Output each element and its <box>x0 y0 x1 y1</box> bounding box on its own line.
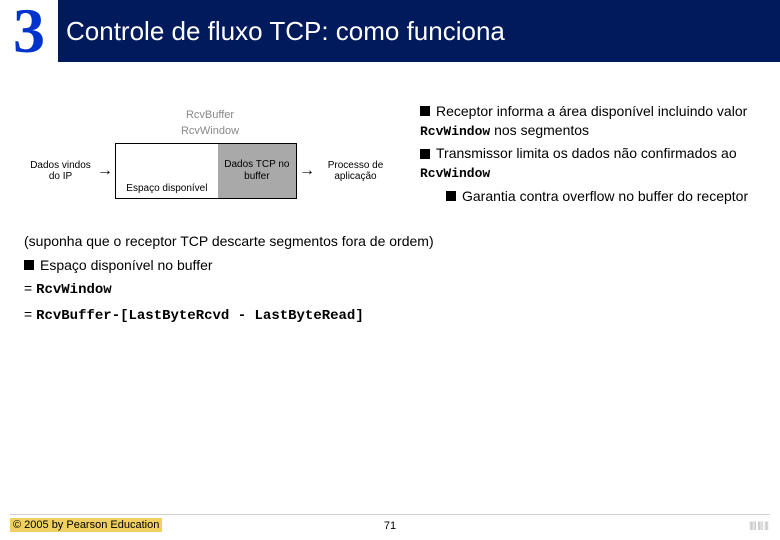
slide-title: Controle de fluxo TCP: como funciona <box>66 16 505 47</box>
bullet-icon <box>24 260 34 270</box>
chapter-number: 3 <box>13 0 45 63</box>
content-area: RcvBuffer RcvWindow Dados vindos do IP →… <box>0 62 780 216</box>
slide-header: 3 Controle de fluxo TCP: como funciona <box>0 0 780 62</box>
app-process-label: Processo de aplicação <box>317 160 390 182</box>
footer-divider <box>10 514 770 515</box>
bullet-receptor: Receptor informa a área disponível inclu… <box>420 102 760 140</box>
arrow-in-icon: → <box>95 162 115 180</box>
rcvwindow-label: RcvWindow <box>30 124 390 139</box>
lower-text: (suponha que o receptor TCP descarte seg… <box>0 216 780 329</box>
arrow-out-icon: → <box>297 162 317 180</box>
buffer-data-region: Dados TCP no buffer <box>218 144 296 198</box>
equation-1: = RcvWindow <box>24 277 756 303</box>
bullet-icon <box>420 149 430 159</box>
bullet-espaco: Espaço disponível no buffer <box>24 254 756 278</box>
barcode-icon: ||||| |||| ||| <box>749 520 768 530</box>
bullet-garantia: Garantia contra overflow no buffer do re… <box>420 187 760 206</box>
equation-2: = RcvBuffer-[LastByteRcvd - LastByteRead… <box>24 303 756 329</box>
ip-data-label: Dados vindos do IP <box>30 160 95 182</box>
assumption-note: (suponha que o receptor TCP descarte seg… <box>24 230 756 254</box>
page-number: 71 <box>384 520 396 532</box>
bullet-transmissor: Transmissor limita os dados não confirma… <box>420 144 760 182</box>
bullet-icon <box>420 106 430 116</box>
bullet-list: Receptor informa a área disponível inclu… <box>420 102 760 206</box>
buffer-box: Espaço disponível Dados TCP no buffer <box>115 143 297 199</box>
buffer-empty-region: Espaço disponível <box>116 144 218 198</box>
copyright-text: © 2005 by Pearson Education <box>10 518 162 532</box>
rcvbuffer-label: RcvBuffer <box>30 108 390 123</box>
chapter-number-box: 3 <box>0 0 58 62</box>
diagram-top-labels: RcvBuffer RcvWindow <box>30 108 390 139</box>
buffer-row: Dados vindos do IP → Espaço disponível D… <box>30 143 390 199</box>
buffer-diagram: RcvBuffer RcvWindow Dados vindos do IP →… <box>30 108 390 199</box>
bullet-icon <box>446 191 456 201</box>
title-bar: Controle de fluxo TCP: como funciona <box>58 0 780 62</box>
slide-footer: © 2005 by Pearson Education 71 ||||| |||… <box>0 514 780 532</box>
